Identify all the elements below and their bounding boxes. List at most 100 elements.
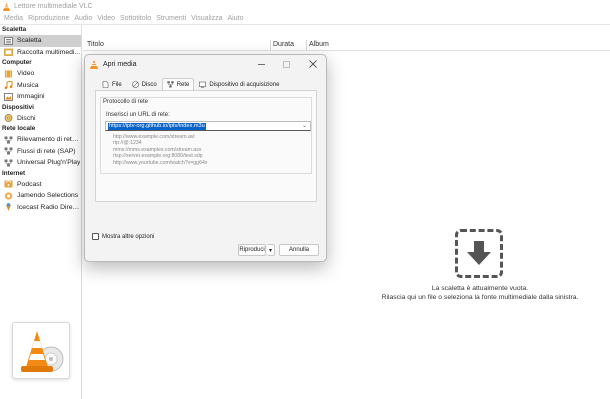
- column-title[interactable]: Titolo: [87, 41, 104, 48]
- show-more-checkbox[interactable]: [92, 233, 99, 240]
- sidebar-item-rilevamento[interactable]: Rilevamento di rete...: [0, 134, 81, 146]
- empty-playlist-message: La scaletta è attualmente vuota. Rilasci…: [360, 284, 600, 302]
- album-art: [12, 322, 70, 379]
- file-icon: [102, 81, 109, 88]
- jamendo-icon: [4, 192, 13, 200]
- cancel-button-label: Annulla: [288, 247, 309, 253]
- show-more-label: Mostra altre opzioni: [102, 233, 155, 240]
- sidebar-item-scaletta[interactable]: Scaletta: [0, 35, 81, 47]
- sidebar-item-label: Jamendo Selections: [17, 192, 79, 200]
- menu-video[interactable]: Video: [95, 15, 117, 22]
- dialog-title: Apri media: [103, 60, 137, 68]
- column-album[interactable]: Album: [309, 41, 329, 48]
- sidebar-item-label: Raccolta multimedi...: [17, 48, 81, 56]
- sidebar-item-label: Musica: [17, 81, 39, 89]
- sidebar-item-raccolta[interactable]: Raccolta multimedi...: [0, 47, 81, 59]
- close-button[interactable]: [306, 58, 320, 70]
- tab-rete[interactable]: Rete: [161, 78, 195, 90]
- url-examples: http://www.example.com/stream.avi rtp://…: [113, 134, 207, 166]
- maximize-button[interactable]: [279, 58, 293, 70]
- sidebar-section-title: Dispositivi: [2, 103, 34, 111]
- sidebar-item-label: Flussi di rete (SAP): [17, 147, 76, 155]
- play-options-dropdown[interactable]: ▾: [267, 244, 275, 256]
- podcast-icon: [4, 180, 13, 188]
- example-line: rtsp://server.example.org:8080/test.sdp: [113, 153, 203, 160]
- tab-file[interactable]: File: [97, 78, 127, 90]
- network-tab-panel: Protocollo di rete Inserisci un URL di r…: [95, 90, 317, 202]
- sidebar-item-label: Icecast Radio Direc...: [17, 203, 81, 211]
- cancel-button[interactable]: Annulla: [279, 244, 319, 256]
- sidebar-section-title: Scaletta: [2, 26, 27, 33]
- menu-bar: Media Riproduzione Audio Video Sottotito…: [0, 13, 610, 25]
- column-duration[interactable]: Durata: [273, 41, 294, 48]
- menu-audio[interactable]: Audio: [72, 15, 94, 22]
- tab-disco[interactable]: Disco: [127, 78, 162, 90]
- show-more-options[interactable]: Mostra altre opzioni: [92, 233, 154, 240]
- tab-dispositivo[interactable]: Dispositivo di acquisizione: [194, 78, 284, 90]
- network-icon: [4, 147, 13, 155]
- network-url-input[interactable]: https://iptv-org.github.io/iptv/index.m3…: [105, 121, 311, 131]
- sidebar-item-icecast[interactable]: Icecast Radio Direc...: [0, 202, 81, 214]
- playlist-header: Titolo Durata Album: [83, 39, 610, 51]
- vlc-logo-icon: [3, 2, 10, 11]
- title-bar: Lettore multimediale VLC: [0, 0, 610, 13]
- group-title: Protocollo di rete: [103, 99, 149, 105]
- drop-target-icon: [455, 229, 503, 278]
- sidebar-item-label: Video: [17, 70, 35, 78]
- play-button-label: Riproduci: [239, 247, 265, 253]
- tab-label: Dispositivo di acquisizione: [209, 81, 280, 88]
- sidebar-item-video[interactable]: Video: [0, 68, 81, 80]
- disc-icon: [131, 81, 139, 88]
- column-divider[interactable]: [270, 40, 271, 50]
- menu-aiuto[interactable]: Aiuto: [226, 15, 246, 22]
- music-icon: [4, 81, 13, 90]
- empty-line-2: Rilascia qui un file o seleziona la font…: [381, 294, 579, 301]
- open-media-dialog: Apri media File Disco Rete Dispositivo d…: [84, 54, 327, 262]
- minimize-button[interactable]: [254, 58, 268, 70]
- tab-label: Rete: [176, 81, 190, 88]
- sidebar-item-label: Podcast: [17, 180, 42, 188]
- menu-riproduzione[interactable]: Riproduzione: [26, 15, 71, 22]
- chevron-down-icon: ▾: [268, 247, 272, 254]
- sidebar-item-podcast[interactable]: Podcast: [0, 179, 81, 191]
- sidebar-section-title: Rete locale: [2, 125, 36, 132]
- column-divider[interactable]: [306, 40, 307, 50]
- menu-media[interactable]: Media: [2, 15, 25, 22]
- menu-sottotitolo[interactable]: Sottotitolo: [118, 15, 153, 22]
- network-protocol-group: Protocollo di rete Inserisci un URL di r…: [100, 97, 312, 174]
- sidebar-item-musica[interactable]: Musica: [0, 80, 81, 92]
- images-icon: [4, 92, 13, 101]
- url-selected-text: https://iptv-org.github.io/iptv/index.m3…: [108, 123, 206, 130]
- menu-strumenti[interactable]: Strumenti: [154, 15, 188, 22]
- play-button[interactable]: Riproduci: [238, 244, 266, 256]
- url-label: Inserisci un URL di rete:: [106, 112, 170, 118]
- media-library-icon: [4, 48, 13, 57]
- video-icon: [5, 70, 12, 78]
- sidebar-item-sap[interactable]: Flussi di rete (SAP): [0, 146, 81, 158]
- window-title: Lettore multimediale VLC: [14, 3, 93, 10]
- minimize-icon: [257, 63, 265, 65]
- sidebar-item-jamendo[interactable]: Jamendo Selections: [0, 190, 81, 202]
- close-icon: [309, 60, 317, 68]
- chevron-down-icon[interactable]: ⌄: [302, 122, 307, 129]
- dialog-tabs: File Disco Rete Dispositivo di acquisizi…: [97, 78, 284, 90]
- icecast-icon: [6, 203, 11, 212]
- sidebar-section-title: Computer: [2, 59, 32, 66]
- menu-visualizza[interactable]: Visualizza: [189, 15, 224, 22]
- sidebar-item-upnp[interactable]: Universal Plug'n'Play: [0, 157, 81, 169]
- vlc-logo-icon: [90, 59, 98, 69]
- sidebar-item-label: Scaletta: [17, 37, 42, 45]
- sidebar-section-title: Internet: [2, 169, 26, 177]
- tab-label: Disco: [141, 81, 157, 88]
- sidebar-item-dischi[interactable]: Dischi: [0, 113, 81, 125]
- network-icon: [4, 136, 13, 144]
- sidebar-item-immagini[interactable]: Immagini: [0, 91, 81, 103]
- sidebar-item-label: Dischi: [17, 114, 36, 122]
- tab-label: File: [112, 81, 122, 88]
- capture-device-icon: [199, 81, 207, 88]
- vlc-cone-art-icon: [21, 331, 64, 372]
- sidebar-item-label: Universal Plug'n'Play: [17, 159, 81, 167]
- download-arrow-icon: [467, 241, 491, 265]
- maximize-icon: [282, 60, 290, 68]
- example-line: http://www.yourtube.com/watch?v=gg64x: [113, 159, 208, 166]
